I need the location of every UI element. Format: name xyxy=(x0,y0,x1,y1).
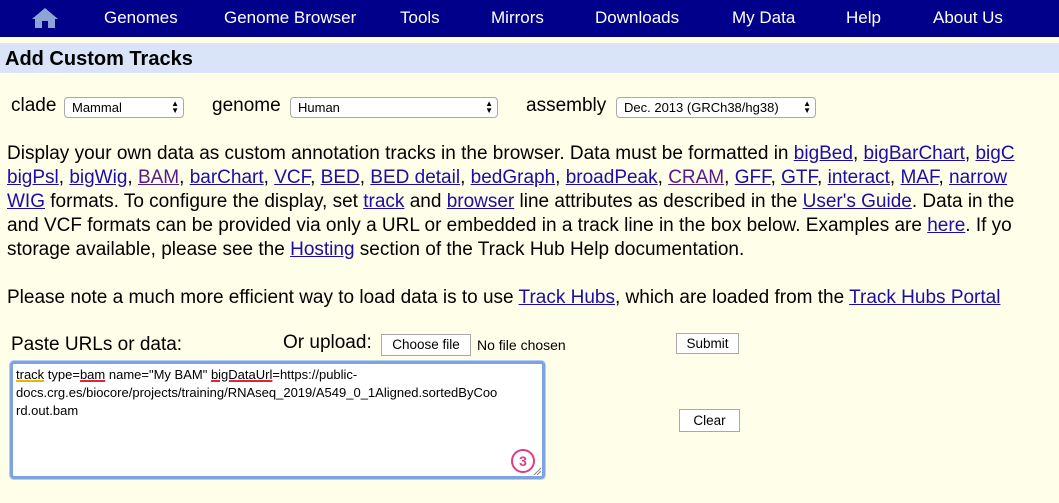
textarea-text: type= xyxy=(44,367,80,382)
home-icon[interactable] xyxy=(30,6,60,30)
nav-genome-browser[interactable]: Genome Browser xyxy=(224,8,356,28)
intro-text: and VCF formats can be provided via only… xyxy=(7,215,928,236)
choose-file-button[interactable]: Choose file xyxy=(381,334,471,356)
link-track-hubs-portal[interactable]: Track Hubs Portal xyxy=(849,287,1000,308)
link-narrow[interactable]: narrow xyxy=(949,167,1007,188)
intro-line-5: storage available, please see the Hostin… xyxy=(7,238,744,262)
nav-my-data[interactable]: My Data xyxy=(732,8,795,28)
textarea-text: name="My BAM" xyxy=(105,367,211,382)
nav-mirrors[interactable]: Mirrors xyxy=(491,8,544,28)
page-title: Add Custom Tracks xyxy=(5,48,193,70)
top-nav-bar: Genomes Genome Browser Tools Mirrors Dow… xyxy=(0,0,1059,37)
link-bam[interactable]: BAM xyxy=(138,167,179,188)
link-broadpeak[interactable]: broadPeak xyxy=(566,167,658,188)
updown-arrows-icon: ▲ ▼ xyxy=(485,99,493,115)
clear-button[interactable]: Clear xyxy=(679,409,740,432)
intro-text: . If yo xyxy=(965,215,1012,236)
genome-value: Human xyxy=(298,100,340,115)
assembly-value: Dec. 2013 (GRCh38/hg38) xyxy=(624,100,779,115)
intro-line-4: and VCF formats can be provided via only… xyxy=(7,214,1012,238)
genome-select[interactable]: Human ▲ ▼ xyxy=(290,97,498,118)
genome-label: genome xyxy=(212,95,281,116)
link-bed[interactable]: BED xyxy=(321,167,360,188)
link-track[interactable]: track xyxy=(363,191,404,212)
link-bigwig[interactable]: bigWig xyxy=(69,167,127,188)
intro-line-3: WIG formats. To configure the display, s… xyxy=(7,190,1014,214)
intro-line-1: Display your own data as custom annotati… xyxy=(7,143,1015,164)
textarea-line-1: track type=bam name="My BAM" bigDataUrl=… xyxy=(16,366,539,384)
clade-label: clade xyxy=(11,95,57,116)
link-bigpsl[interactable]: bigPsl xyxy=(7,167,59,188)
assembly-select[interactable]: Dec. 2013 (GRCh38/hg38) ▲ ▼ xyxy=(616,97,816,118)
paste-label: Paste URLs or data: xyxy=(11,334,183,355)
updown-arrows-icon: ▲ ▼ xyxy=(171,99,179,115)
paste-data-textarea[interactable]: track type=bam name="My BAM" bigDataUrl=… xyxy=(10,361,545,479)
link-barchart[interactable]: barChart xyxy=(190,167,264,188)
intro-line-2: bigPsl, bigWig, BAM, barChart, VCF, BED,… xyxy=(7,167,1008,188)
hubs-note-text: Please note a much more efficient way to… xyxy=(7,287,519,308)
intro-text: and xyxy=(404,191,447,212)
assembly-label: assembly xyxy=(526,95,607,116)
intro-text: formats. To configure the display, set xyxy=(45,191,364,212)
textarea-text: =https://public- xyxy=(272,367,358,382)
intro-paragraph: Display your own data as custom annotati… xyxy=(7,142,1059,266)
link-track-hubs[interactable]: Track Hubs xyxy=(519,287,615,308)
spellcheck-word: bam xyxy=(79,367,106,382)
spellcheck-word: track xyxy=(16,367,45,382)
link-cram[interactable]: CRAM xyxy=(668,167,724,188)
link-here[interactable]: here xyxy=(927,215,965,236)
link-bigbarchart[interactable]: bigBarChart xyxy=(864,143,965,164)
textarea-line-2: docs.crg.es/biocore/projects/training/RN… xyxy=(16,385,498,400)
nav-downloads[interactable]: Downloads xyxy=(595,8,679,28)
submit-button[interactable]: Submit xyxy=(676,333,739,354)
intro-text: section of the Track Hub Help documentat… xyxy=(354,239,745,260)
clade-value: Mammal xyxy=(72,100,122,115)
intro-text: . Data in the xyxy=(911,191,1015,212)
clade-select[interactable]: Mammal ▲ ▼ xyxy=(64,97,184,118)
hubs-note-text: , which are loaded from the xyxy=(614,287,850,308)
textarea-line-3: rd.out.bam xyxy=(16,403,79,418)
hubs-note-line: Please note a much more efficient way to… xyxy=(7,286,1000,310)
nav-tools[interactable]: Tools xyxy=(400,8,440,28)
link-vcf[interactable]: VCF xyxy=(274,167,310,188)
intro-text: Display your own data as custom annotati… xyxy=(7,143,794,164)
track-hubs-note: Please note a much more efficient way to… xyxy=(7,286,1059,310)
intro-text: storage available, please see the xyxy=(7,239,291,260)
title-bar: Add Custom Tracks xyxy=(0,43,1059,73)
file-status-text: No file chosen xyxy=(477,337,566,353)
link-gtf[interactable]: GTF xyxy=(781,167,817,188)
link-wig[interactable]: WIG xyxy=(7,191,45,212)
resize-grip-icon[interactable] xyxy=(533,467,541,475)
link-bigbed[interactable]: bigBed xyxy=(794,143,853,164)
link-users-guide[interactable]: User's Guide xyxy=(803,191,912,212)
link-hosting[interactable]: Hosting xyxy=(290,239,354,260)
upload-label: Or upload: xyxy=(283,332,372,353)
intro-text: line attributes as described in the xyxy=(514,191,803,212)
nav-about-us[interactable]: About Us xyxy=(933,8,1003,28)
link-browser[interactable]: browser xyxy=(447,191,515,212)
link-bedgraph[interactable]: bedGraph xyxy=(471,167,556,188)
link-bed-detail[interactable]: BED detail xyxy=(370,167,460,188)
nav-genomes[interactable]: Genomes xyxy=(104,8,178,28)
nav-help[interactable]: Help xyxy=(846,8,881,28)
step-number-badge: 3 xyxy=(511,449,535,473)
spellcheck-word: bigDataUrl xyxy=(210,367,273,382)
link-maf[interactable]: MAF xyxy=(900,167,938,188)
updown-arrows-icon: ▲ ▼ xyxy=(803,99,811,115)
link-bigc[interactable]: bigC xyxy=(975,143,1014,164)
link-gff[interactable]: GFF xyxy=(735,167,771,188)
link-interact[interactable]: interact xyxy=(828,167,890,188)
